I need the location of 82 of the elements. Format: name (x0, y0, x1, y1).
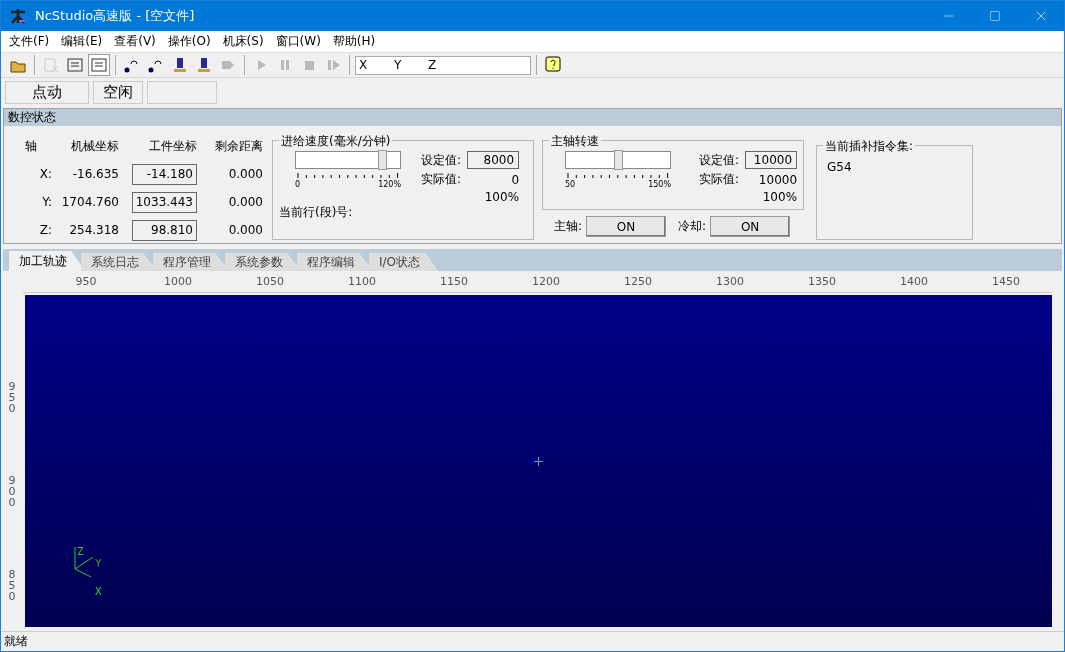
toggle-button[interactable]: ON (710, 216, 791, 237)
remaining-distance: 0.000 (227, 223, 263, 237)
value-label: 实际值: (421, 171, 462, 188)
menu-item[interactable]: 窗口(W) (269, 33, 327, 50)
ruler-label: 900 (7, 475, 17, 508)
actual-value: 10000 (757, 172, 798, 187)
work-coordinate: 98.810 (132, 219, 197, 241)
ruler-label: 1450 (991, 274, 1021, 290)
group-title: 当前插补指令集: (823, 138, 916, 155)
group-title: 主轴转速 (549, 133, 601, 150)
window-title: NcStudio高速版 - [空文件] (35, 7, 196, 25)
ruler-label: 1100 (347, 274, 377, 290)
menu-item[interactable]: 文件(F) (3, 33, 56, 50)
percent-value: 100% (483, 190, 520, 204)
ruler-label: 950 (7, 381, 17, 414)
column-header: 剩余距离 (214, 137, 263, 155)
menu-item[interactable]: 机床(S) (216, 33, 270, 50)
maximize-icon (989, 10, 1001, 22)
scale-label: 120% (378, 180, 401, 189)
set-value: 8000 (467, 151, 520, 169)
tool-icon (195, 56, 213, 74)
menu-item[interactable]: 编辑(E) (55, 33, 109, 50)
work-coordinate: 1033.443 (132, 191, 197, 213)
value-label: 实际值: (699, 171, 740, 188)
axis-label: X: (38, 167, 52, 181)
tool-icon (171, 56, 189, 74)
tab[interactable]: I/O状态 (369, 253, 439, 271)
ruler-label: 1150 (439, 274, 469, 290)
ruler-label: 1200 (531, 274, 561, 290)
menu-item[interactable]: 查看(V) (108, 33, 162, 50)
group-title: 进给速度(毫米/分钟) (279, 133, 393, 150)
set-value: 10000 (745, 151, 798, 169)
ruler-label: 950 (74, 274, 98, 290)
crosshair-icon (534, 456, 543, 466)
remaining-distance: 0.000 (227, 167, 263, 181)
value-label: 设定值: (699, 151, 740, 169)
slider-track[interactable] (565, 151, 671, 169)
machine-coordinate: 1704.760 (60, 195, 119, 209)
scale-label: 50 (565, 180, 576, 189)
help-icon (545, 56, 561, 74)
percent-value: 100% (761, 190, 798, 204)
ruler-label: 1050 (255, 274, 285, 290)
coordinate-field[interactable]: X Y Z (355, 55, 531, 75)
app-logo-icon (9, 7, 27, 25)
slider-thumb[interactable] (614, 150, 623, 170)
document-cross-icon (42, 56, 60, 74)
line-number-label: 当前行(段)号: (279, 205, 353, 219)
slider-track[interactable] (295, 151, 401, 169)
machine-coordinate: -16.635 (71, 167, 119, 181)
scale-label: 150% (648, 180, 671, 189)
panel-header: 数控状态 (4, 109, 1061, 126)
work-coordinate: -14.180 (132, 163, 197, 185)
empty-indicator (147, 80, 217, 104)
switch-label: 主轴: (554, 218, 583, 235)
ruler-label: 1250 (623, 274, 653, 290)
column-header: 工件坐标 (148, 137, 197, 155)
ruler-label: 1300 (715, 274, 745, 290)
ruler-label: 850 (7, 569, 17, 602)
menu-item[interactable]: 操作(O) (161, 33, 217, 50)
mode-indicator: 点动 (5, 80, 89, 104)
toggle-button[interactable]: ON (586, 216, 667, 237)
window-icon (90, 56, 108, 74)
command-set-value: G54 (827, 160, 852, 174)
ruler-label: 1400 (899, 274, 929, 290)
slider-thumb[interactable] (378, 150, 388, 170)
window-icon (66, 56, 84, 74)
actual-value: 0 (510, 172, 520, 187)
mode-indicator: 空闲 (93, 80, 143, 104)
ruler-label: 1000 (163, 274, 193, 290)
remaining-distance: 0.000 (227, 195, 263, 209)
ruler-label: 1350 (807, 274, 837, 290)
status-text: 就绪 (4, 633, 28, 650)
column-header: 机械坐标 (70, 137, 119, 155)
axes-drawing: Z Y X (73, 545, 113, 601)
machine-coordinate: 254.318 (68, 223, 119, 237)
axis-label: Z: (38, 223, 52, 237)
switch-label: 冷却: (678, 218, 707, 235)
menu-item[interactable]: 帮助(H) (326, 33, 382, 50)
axis-label: Y: (41, 195, 52, 209)
column-header: 轴 (24, 137, 38, 155)
value-label: 设定值: (421, 151, 462, 169)
scale-label: 0 (295, 180, 301, 189)
